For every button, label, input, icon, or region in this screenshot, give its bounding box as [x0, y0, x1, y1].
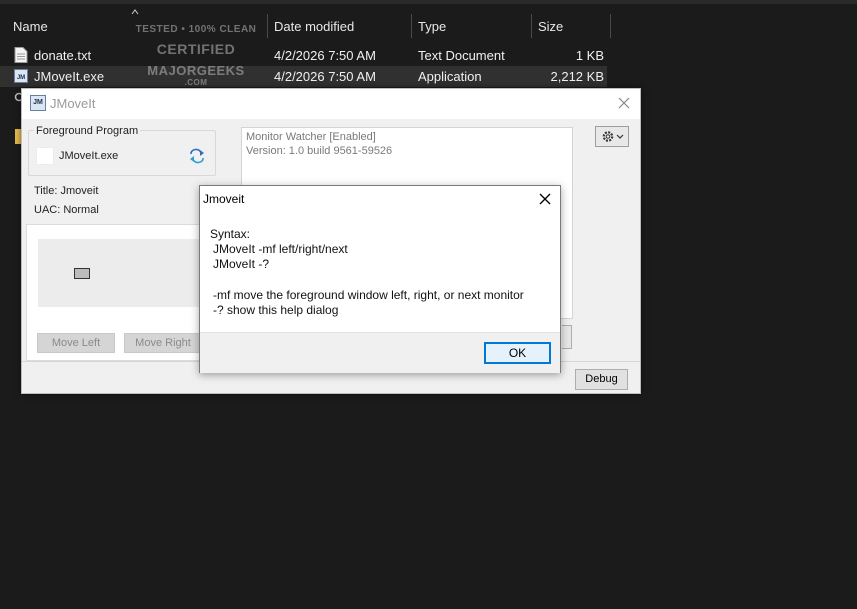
file-date: 4/2/2026 7:50 AM — [274, 48, 376, 63]
text-document-icon — [14, 47, 28, 63]
column-header-size-label: Size — [538, 19, 564, 34]
column-header-date-label: Date modified — [274, 19, 355, 34]
chevron-down-icon — [616, 134, 624, 139]
settings-menu-button[interactable] — [595, 126, 629, 147]
help-line: Syntax: — [210, 227, 251, 241]
watermark-line: .COM — [184, 78, 208, 87]
move-left-button[interactable]: Move Left — [37, 333, 115, 353]
help-line: -mf move the foreground window left, rig… — [213, 288, 524, 302]
file-row-donate[interactable]: donate.txt 4/2/2026 7:50 AM Text Documen… — [0, 45, 610, 66]
monitor-thumbnail[interactable] — [74, 268, 90, 279]
monitor-layout-area — [38, 239, 208, 307]
file-name: JMoveIt.exe — [34, 69, 105, 84]
column-header-size[interactable]: Size — [532, 10, 610, 42]
svg-text:JM: JM — [17, 75, 25, 81]
file-size: 1 KB — [575, 48, 604, 63]
file-type: Application — [418, 69, 482, 84]
column-header-name-label: Name — [13, 19, 48, 34]
status-line: Version: 1.0 build 9561-59526 — [246, 145, 393, 157]
file-date: 4/2/2026 7:50 AM — [274, 69, 376, 84]
explorer-top-strip — [0, 0, 857, 4]
foreground-uac-text: UAC: Normal — [34, 204, 99, 216]
column-header-type[interactable]: Type — [412, 10, 531, 42]
file-size: 2,212 KB — [550, 69, 605, 84]
foreground-program-exe: JMoveIt.exe — [59, 150, 119, 162]
help-line: JMoveIt -? — [213, 257, 270, 271]
watermark-line: CERTIFIED — [156, 41, 236, 57]
foreground-program-label: Foreground Program — [34, 125, 141, 137]
file-row-jmoveit[interactable]: JM JMoveIt.exe 4/2/2026 7:50 AM Applicat… — [0, 66, 607, 87]
sort-chevron-up-icon — [131, 9, 139, 15]
jmoveit-window-title: JMoveIt — [50, 96, 96, 111]
watermark-line: MAJORGEEKS — [147, 63, 245, 78]
move-right-button[interactable]: Move Right — [124, 333, 202, 353]
foreground-title-text: Title: Jmoveit — [34, 185, 99, 197]
jmoveit-titlebar[interactable]: JM JMoveIt — [22, 89, 640, 119]
close-icon[interactable] — [538, 192, 552, 206]
status-line: Monitor Watcher [Enabled] — [246, 131, 376, 143]
column-header-date-modified[interactable]: Date modified — [268, 10, 411, 42]
file-type: Text Document — [418, 48, 505, 63]
application-icon: JM — [14, 69, 28, 83]
column-separator[interactable] — [610, 14, 611, 38]
refresh-swap-icon[interactable] — [188, 148, 206, 164]
help-dialog-title: Jmoveit — [203, 192, 245, 206]
file-name: donate.txt — [34, 48, 92, 63]
help-line: JMoveIt -mf left/right/next — [213, 242, 348, 256]
gear-icon — [602, 131, 624, 142]
jmoveit-app-icon: JM — [30, 95, 46, 111]
help-line: -? show this help dialog — [213, 303, 339, 317]
hidden-button-edge[interactable] — [562, 325, 572, 349]
help-dialog[interactable]: Jmoveit Syntax: JMoveIt -mf left/right/n… — [199, 185, 561, 373]
ok-button[interactable]: OK — [484, 342, 551, 364]
column-header-type-label: Type — [418, 19, 447, 34]
foreground-program-icon — [36, 147, 54, 165]
watermark-line: TESTED • 100% CLEAN — [135, 24, 257, 35]
close-icon[interactable] — [616, 95, 632, 111]
debug-button[interactable]: Debug — [575, 369, 628, 390]
